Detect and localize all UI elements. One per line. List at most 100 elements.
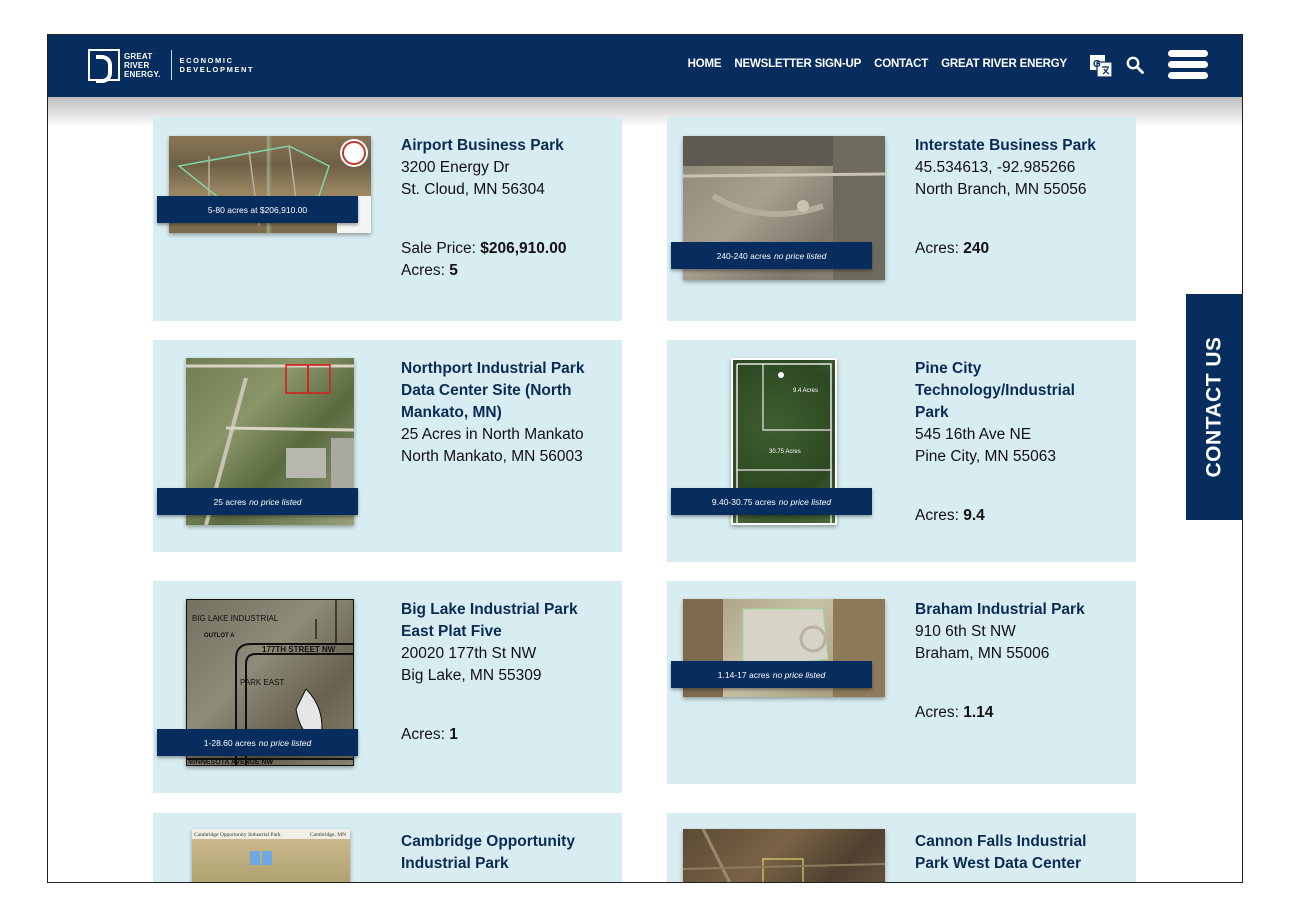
listing-address-line: 3200 Energy Dr xyxy=(401,159,510,176)
listing-card-cannon-falls-industrial-park[interactable]: Cannon Falls Industrial Park West Data C… xyxy=(667,813,1136,882)
listing-sale-price: Sale Price: $206,910.00 xyxy=(401,238,611,260)
listing-title-line: Technology/Industrial xyxy=(915,382,1075,399)
listing-info: Interstate Business Park 45.534613, -92.… xyxy=(915,135,1125,260)
listing-info: Pine City Technology/Industrial Park 545… xyxy=(915,358,1125,527)
listing-title-line: Park West Data Center xyxy=(915,855,1081,872)
listing-info: Big Lake Industrial Park East Plat Five … xyxy=(401,599,611,746)
map-label: 30.75 Acres xyxy=(769,449,801,455)
listing-title-line: Pine City xyxy=(915,360,982,377)
acres-label: Acres: xyxy=(401,726,450,743)
listing-info: Cannon Falls Industrial Park West Data C… xyxy=(915,831,1125,875)
site-logo[interactable]: GREAT RIVER ENERGY. ECONOMIC DEVELOPMENT xyxy=(88,49,255,83)
great-river-energy-logo-icon xyxy=(88,49,120,83)
listing-thumbnail[interactable] xyxy=(683,829,885,882)
listing-title-line: Cannon Falls Industrial xyxy=(915,833,1087,850)
badge-note: no price listed xyxy=(773,250,827,261)
plat-label: OUTLOT A xyxy=(204,633,235,639)
sale-price-label: Sale Price: xyxy=(401,240,481,257)
listing-address-line: 45.534613, -92.985266 xyxy=(915,159,1076,176)
browser-viewport: GREAT RIVER ENERGY. ECONOMIC DEVELOPMENT… xyxy=(47,34,1243,883)
aerial-map-image xyxy=(683,829,885,882)
listing-title[interactable]: Cannon Falls Industrial Park West Data C… xyxy=(915,831,1125,875)
listing-city-line: Big Lake, MN 55309 xyxy=(401,667,542,684)
listing-card-braham-industrial-park[interactable]: 1.14-17 acres no price listed Braham Indu… xyxy=(667,581,1136,784)
badge-note: no price listed xyxy=(249,496,302,507)
listing-city-line: North Mankato, MN 56003 xyxy=(401,448,583,465)
listing-title-line: Park xyxy=(915,404,949,421)
listing-info: Braham Industrial Park 910 6th St NW Bra… xyxy=(915,599,1125,724)
listing-title-line: Industrial Park xyxy=(401,855,509,872)
map-caption: Cambridge, MN xyxy=(310,832,346,838)
listing-title[interactable]: Airport Business Park xyxy=(401,135,611,157)
plat-label: 177TH STREET NW xyxy=(262,645,336,654)
listing-title[interactable]: Cambridge Opportunity Industrial Park xyxy=(401,831,611,875)
listing-acres: Acres: 5 xyxy=(401,260,611,282)
listing-info: Cambridge Opportunity Industrial Park xyxy=(401,831,611,875)
listing-card-interstate-business-park[interactable]: 240-240 acres no price listed Interstate … xyxy=(667,117,1136,321)
listing-card-northport-industrial-park[interactable]: 25 acres no price listed Northport Indust… xyxy=(153,340,622,552)
listing-title[interactable]: Big Lake Industrial Park East Plat Five xyxy=(401,599,611,643)
listing-title[interactable]: Interstate Business Park xyxy=(915,135,1125,157)
acreage-price-badge: 25 acres no price listed xyxy=(157,488,358,515)
logo-subtitle: ECONOMIC DEVELOPMENT xyxy=(180,56,255,74)
listing-info: Airport Business Park 3200 Energy Dr St.… xyxy=(401,135,611,282)
map-caption: Cambridge Opportunity Industrial Park xyxy=(194,832,281,838)
listing-city-line: North Branch, MN 55056 xyxy=(915,181,1087,198)
listing-title[interactable]: Braham Industrial Park xyxy=(915,599,1125,621)
nav-great-river-energy[interactable]: GREAT RIVER ENERGY xyxy=(941,58,1067,70)
listing-address-line: 20020 177th St NW xyxy=(401,645,537,662)
logo-line: ENERGY. xyxy=(124,69,161,79)
listing-thumbnail[interactable]: Cambridge Opportunity Industrial Park Ca… xyxy=(192,829,350,882)
nav-contact[interactable]: CONTACT xyxy=(874,58,928,70)
logo-divider xyxy=(170,50,172,80)
logo-line: GREAT xyxy=(124,51,153,61)
acres-value: 5 xyxy=(449,262,458,279)
listing-info: Northport Industrial Park Data Center Si… xyxy=(401,358,611,468)
google-translate-icon[interactable]: G xyxy=(1089,54,1113,78)
logo-subtitle-line: DEVELOPMENT xyxy=(179,65,255,74)
acreage-price-badge: 9.40-30.75 acres no price listed xyxy=(671,488,872,515)
listing-card-pine-city-technology-industrial-park[interactable]: 9.4 Acres 30.75 Acres 9.40-30.75 acres no… xyxy=(667,340,1136,562)
listing-title-line: Data Center Site (North xyxy=(401,382,572,399)
acres-label: Acres: xyxy=(915,240,964,257)
listing-city-line: Braham, MN 55006 xyxy=(915,645,1050,662)
acreage-price-badge: 1.14-17 acres no price listed xyxy=(671,661,872,688)
listing-address-line: 545 16th Ave NE xyxy=(915,426,1032,443)
contact-us-label: CONTACT US xyxy=(1203,336,1227,478)
listing-card-airport-business-park[interactable]: 5-80 acres at $206,910.00 Airport Busine… xyxy=(153,117,622,321)
listing-card-cambridge-opportunity-industrial-park[interactable]: Cambridge Opportunity Industrial Park Ca… xyxy=(153,813,622,882)
acreage-price-badge: 1-28.60 acres no price listed xyxy=(157,729,358,756)
listing-title-line: Northport Industrial Park xyxy=(401,360,585,377)
badge-note: no price listed xyxy=(772,669,826,680)
contact-us-tab[interactable]: CONTACT US xyxy=(1186,294,1242,520)
search-icon[interactable] xyxy=(1126,56,1144,74)
listing-acres: Acres: 1.14 xyxy=(915,702,1125,724)
listing-title-line: Cambridge Opportunity xyxy=(401,833,575,850)
hamburger-menu-icon[interactable] xyxy=(1168,50,1208,80)
acres-value: 1.14 xyxy=(963,704,994,721)
acreage-price-badge: 240-240 acres no price listed xyxy=(671,242,872,269)
main-nav: HOME NEWSLETTER SIGN-UP CONTACT GREAT RI… xyxy=(688,58,1068,70)
aerial-map-image: Cambridge Opportunity Industrial Park Ca… xyxy=(194,832,346,865)
listing-address-line: 25 Acres in North Mankato xyxy=(401,426,584,443)
acreage-price-badge: 5-80 acres at $206,910.00 xyxy=(157,196,358,223)
listing-title[interactable]: Pine City Technology/Industrial Park xyxy=(915,358,1125,424)
badge-text: 1-28.60 acres xyxy=(203,737,256,748)
listing-acres: Acres: 9.4 xyxy=(915,505,1125,527)
logo-line: RIVER xyxy=(124,60,150,70)
acres-label: Acres: xyxy=(401,262,450,279)
nav-home[interactable]: HOME xyxy=(688,58,722,70)
logo-wordmark: GREAT RIVER ENERGY. xyxy=(124,52,161,79)
listing-title-line: Big Lake Industrial Park xyxy=(401,601,578,618)
badge-text: 1.14-17 acres xyxy=(717,669,770,680)
nav-newsletter-signup[interactable]: NEWSLETTER SIGN-UP xyxy=(734,58,861,70)
listing-title-line: Mankato, MN) xyxy=(401,404,502,421)
badge-text: 9.40-30.75 acres xyxy=(711,496,776,507)
listing-title-line: East Plat Five xyxy=(401,623,502,640)
listing-card-big-lake-industrial-park[interactable]: BIG LAKE INDUSTRIAL OUTLOT A 177TH STREE… xyxy=(153,581,622,793)
site-header: GREAT RIVER ENERGY. ECONOMIC DEVELOPMENT… xyxy=(48,35,1242,97)
badge-text: 5-80 acres at $206,910.00 xyxy=(207,204,308,215)
svg-text:G: G xyxy=(1093,59,1101,70)
acres-value: 1 xyxy=(449,726,458,743)
listing-title[interactable]: Northport Industrial Park Data Center Si… xyxy=(401,358,611,424)
